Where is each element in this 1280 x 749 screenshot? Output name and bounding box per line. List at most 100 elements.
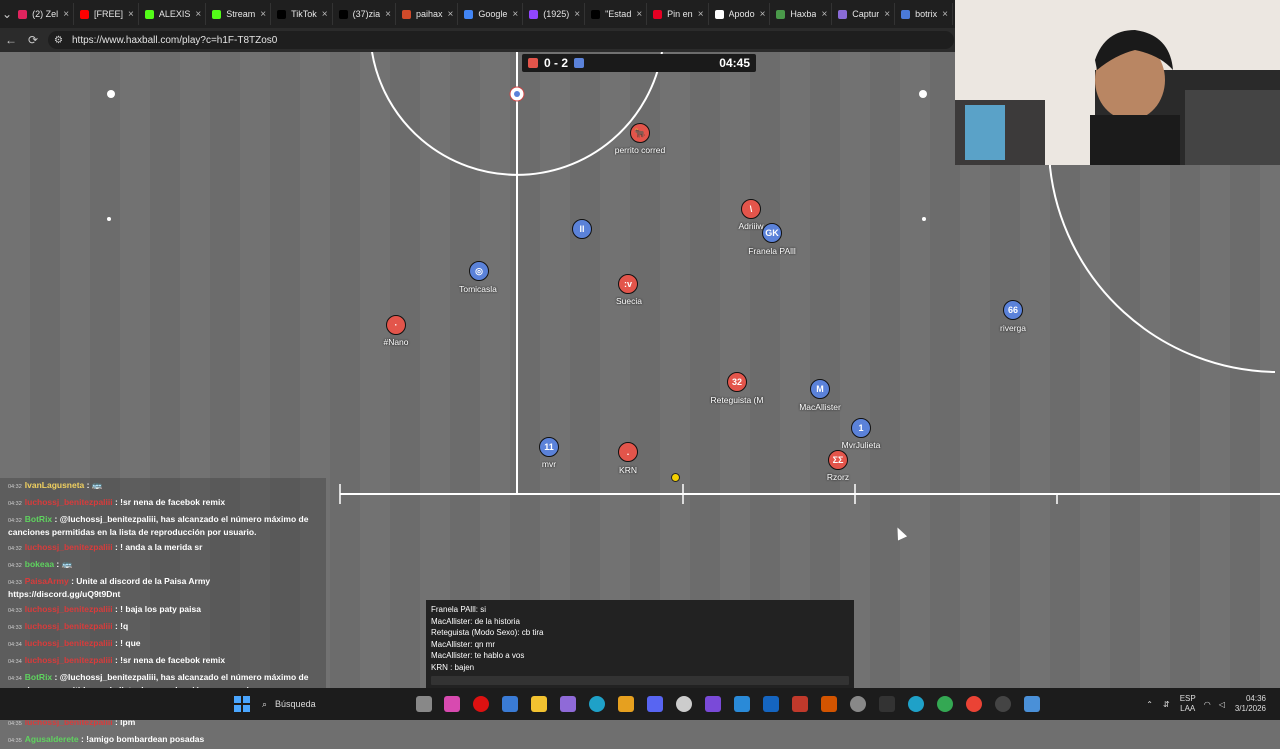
- tab-close-icon[interactable]: ×: [636, 9, 642, 20]
- obs-icon[interactable]: [995, 696, 1011, 712]
- chat-time: 04:34: [8, 676, 22, 682]
- browser-tab[interactable]: Pin en ×: [649, 3, 709, 25]
- chrome-icon[interactable]: [937, 696, 953, 712]
- tab-favicon-icon: [653, 9, 663, 19]
- pen-icon[interactable]: [560, 696, 576, 712]
- chat-time: 04:34: [8, 659, 22, 665]
- ccleaner-icon[interactable]: [676, 696, 692, 712]
- chat-line: 04:35 Agusalderete : !amigo bombardean po…: [0, 732, 326, 749]
- tab-close-icon[interactable]: ×: [260, 9, 266, 20]
- copilot-icon[interactable]: [444, 696, 460, 712]
- volume-icon[interactable]: ◁: [1219, 700, 1225, 709]
- tab-label: ALEXIS: [158, 9, 191, 19]
- chat-time: 04:33: [8, 580, 22, 586]
- app-icon[interactable]: [618, 696, 634, 712]
- tab-close-icon[interactable]: ×: [760, 9, 766, 20]
- outlook-icon[interactable]: [763, 696, 779, 712]
- language-indicator[interactable]: ESP LAA: [1180, 694, 1196, 714]
- network-icon[interactable]: ⇵: [1163, 700, 1170, 709]
- tab-close-icon[interactable]: ×: [698, 9, 704, 20]
- tab-label: (37)zia: [352, 9, 381, 19]
- player-disc: M: [810, 379, 830, 399]
- reload-icon[interactable]: ⟳: [22, 28, 44, 52]
- app-red-icon[interactable]: [792, 696, 808, 712]
- tab-close-icon[interactable]: ×: [322, 9, 328, 20]
- tab-close-icon[interactable]: ×: [512, 9, 518, 20]
- browser-tab[interactable]: (2) Zel ×: [14, 3, 75, 25]
- edge-icon[interactable]: [589, 696, 605, 712]
- tray-overflow-icon[interactable]: ⌃: [1146, 700, 1153, 709]
- ingame-chat-line: MacAllister: te hablo a vos: [431, 651, 525, 660]
- store-icon[interactable]: [502, 696, 518, 712]
- chat-username: luchossj_benitezpaliii: [24, 604, 113, 614]
- browser-tab-bar: ⌄ (2) Zel × [FREE] × ALEXIS × Stream × TikTok × (3…: [0, 0, 955, 28]
- browser-tab[interactable]: Google ×: [460, 3, 524, 25]
- tab-close-icon[interactable]: ×: [574, 9, 580, 20]
- tab-close-icon[interactable]: ×: [821, 9, 827, 20]
- player-disc: 66: [1003, 300, 1023, 320]
- tab-close-icon[interactable]: ×: [195, 9, 201, 20]
- tab-close-icon[interactable]: ×: [128, 9, 134, 20]
- chat-input[interactable]: [431, 676, 849, 685]
- tab-search-chevron-icon[interactable]: ⌄: [0, 0, 14, 28]
- app-grid-icon[interactable]: [705, 696, 721, 712]
- browser-tab[interactable]: [FREE] ×: [76, 3, 139, 25]
- settings-icon[interactable]: [850, 696, 866, 712]
- opera-icon[interactable]: [473, 696, 489, 712]
- chat-username: PaisaArmy: [24, 576, 69, 586]
- tab-label: Apodo: [728, 9, 755, 19]
- clock[interactable]: 04:36 3/1/2026: [1235, 694, 1266, 714]
- player-disc: GK: [762, 223, 782, 243]
- chat-line: 04:33 PaisaArmy : Unite al discord de la …: [0, 574, 326, 602]
- folder-icon[interactable]: [531, 696, 547, 712]
- chat-line: 04:33 luchossj_benitezpaliii : !q: [0, 619, 326, 636]
- player-name: KRN: [619, 465, 637, 475]
- player-disc: :v: [618, 274, 638, 294]
- tab-close-icon[interactable]: ×: [448, 9, 454, 20]
- chat-username: luchossj_benitezpaliii: [24, 497, 113, 507]
- wifi-icon[interactable]: ◠: [1204, 700, 1211, 709]
- chat-username: luchossj_benitezpaliii: [24, 655, 113, 665]
- discord-icon[interactable]: [647, 696, 663, 712]
- chat-username: bokeaa: [24, 559, 55, 569]
- browser-tab[interactable]: Haxba ×: [772, 3, 833, 25]
- browser-tab[interactable]: ALEXIS ×: [141, 3, 207, 25]
- chrome-alt-icon[interactable]: [966, 696, 982, 712]
- tab-favicon-icon: [714, 9, 724, 19]
- chat-time: 04:32: [8, 563, 22, 569]
- browser-tab[interactable]: Captur ×: [834, 3, 896, 25]
- browser-tab[interactable]: TikTok ×: [273, 3, 333, 25]
- browser-tab[interactable]: paihax ×: [398, 3, 459, 25]
- tab-close-icon[interactable]: ×: [385, 9, 391, 20]
- taskview-icon[interactable]: [416, 696, 432, 712]
- browser-tab[interactable]: (1925) ×: [525, 3, 586, 25]
- chat-time: 04:32: [8, 546, 22, 552]
- browser-tab[interactable]: botrix ×: [897, 3, 953, 25]
- chat-time: 04:34: [8, 642, 22, 648]
- tab-close-icon[interactable]: ×: [884, 9, 890, 20]
- tab-close-icon[interactable]: ×: [63, 9, 69, 20]
- player-name: Franela PAlll: [748, 246, 796, 256]
- tab-favicon-icon: [464, 9, 474, 19]
- browser-tab[interactable]: Apodo ×: [711, 3, 771, 25]
- app-blue-icon[interactable]: [734, 696, 750, 712]
- url-input[interactable]: ⚙ https://www.haxball.com/play?c=h1F-T8T…: [48, 31, 954, 49]
- app-orange-icon[interactable]: [821, 696, 837, 712]
- address-bar: ← ⟳ ⚙ https://www.haxball.com/play?c=h1F…: [0, 28, 955, 52]
- player-disc: ΣΣ: [828, 450, 848, 470]
- edge-alt-icon[interactable]: [908, 696, 924, 712]
- terminal-icon[interactable]: [879, 696, 895, 712]
- browser-tab[interactable]: Stream ×: [208, 3, 272, 25]
- chat-line: 04:34 luchossj_benitezpaliii : ! que: [0, 636, 326, 653]
- calculator-icon[interactable]: [1024, 696, 1040, 712]
- chat-username: luchossj_benitezpaliii: [24, 542, 113, 552]
- back-arrow-icon[interactable]: ←: [0, 28, 22, 52]
- browser-tab[interactable]: (37)zia ×: [335, 3, 396, 25]
- chat-username: luchossj_benitezpaliii: [24, 621, 113, 631]
- browser-tab[interactable]: "Estad ×: [587, 3, 648, 25]
- taskbar-search[interactable]: ⌕ Búsqueda: [262, 694, 412, 714]
- windows-start-icon[interactable]: [234, 696, 250, 717]
- tab-close-icon[interactable]: ×: [942, 9, 948, 20]
- clock-date: 3/1/2026: [1234, 704, 1266, 713]
- site-info-icon[interactable]: ⚙: [54, 35, 66, 46]
